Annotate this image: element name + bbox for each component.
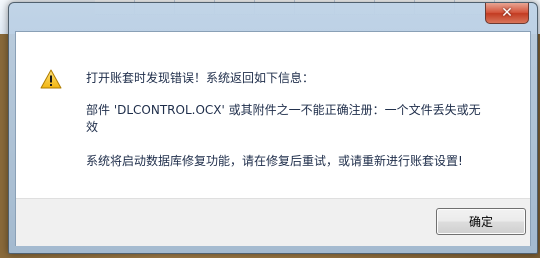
message-line-1: 打开账套时发现错误！系统返回如下信息： bbox=[86, 71, 315, 85]
message-line-3: 系统将启动数据库修复功能，请在修复后重试，或请重新进行账套设置! bbox=[86, 154, 463, 168]
ok-button[interactable]: 确定 bbox=[436, 208, 526, 235]
warning-icon bbox=[40, 69, 62, 89]
message-area: 打开账套时发现错误！系统返回如下信息： 部件 'DLCONTROL.OCX' 或… bbox=[16, 32, 530, 198]
message-line-2: 部件 'DLCONTROL.OCX' 或其附件之一不能正确注册：一个文件丢失或无… bbox=[86, 103, 481, 134]
close-icon[interactable]: ✕ bbox=[501, 6, 513, 20]
button-bar: 确定 bbox=[16, 198, 530, 246]
dialog-client-area: 打开账套时发现错误！系统返回如下信息： 部件 'DLCONTROL.OCX' 或… bbox=[15, 31, 531, 246]
close-button[interactable]: ✕ bbox=[485, 3, 529, 24]
error-dialog: ✕ 打开账套时发现错误！系统返回如下信息： 部件 'DLCONTROL.OCX'… bbox=[8, 2, 538, 254]
